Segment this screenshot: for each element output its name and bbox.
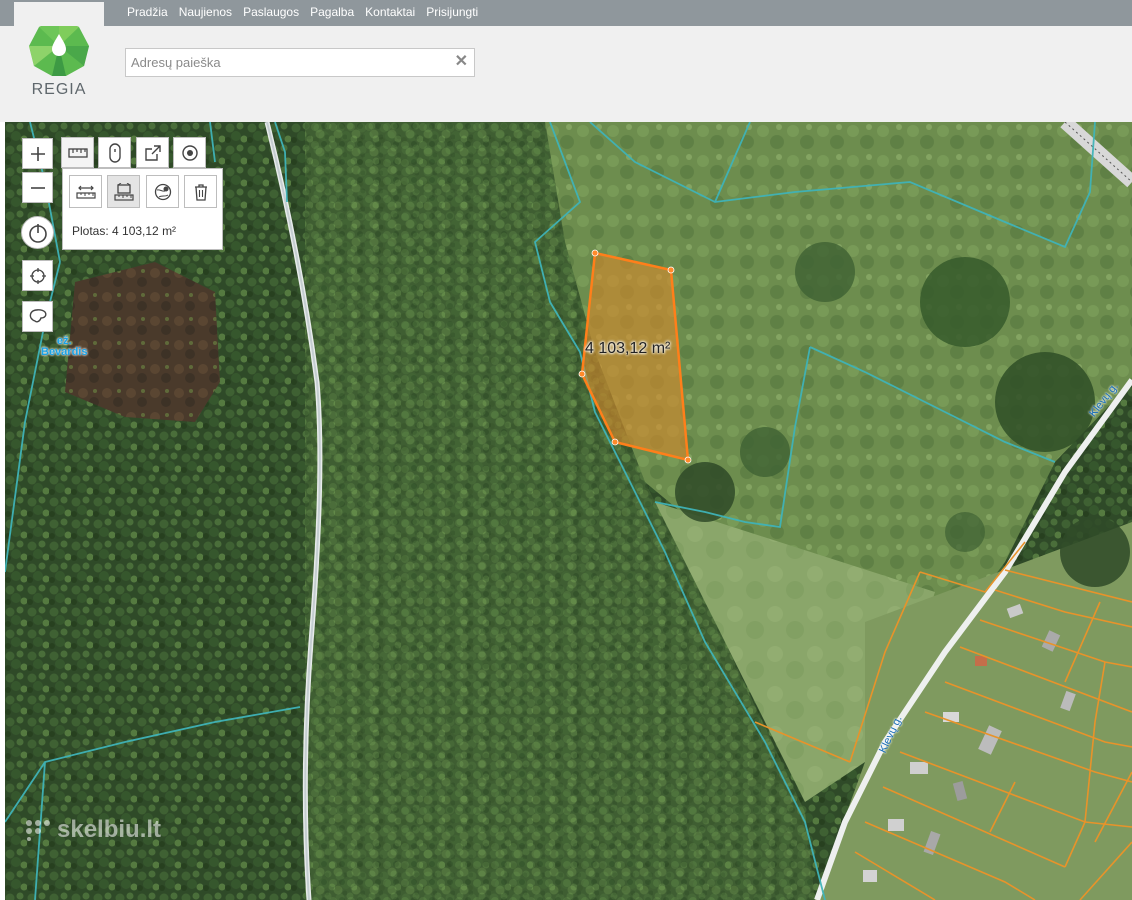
globe-pin-icon: [154, 183, 171, 200]
map-view[interactable]: ež. Bevardis Klevų g. Klevų g. 4 103,12 …: [5, 122, 1132, 900]
power-icon: [28, 223, 47, 243]
address-search-input[interactable]: [126, 49, 449, 76]
lake-label-line2: Bevardis: [41, 346, 88, 358]
measure-result: Plotas: 4 103,12 m²: [72, 224, 177, 238]
ruler-icon: [67, 147, 88, 158]
minus-icon: [30, 186, 45, 189]
target-button[interactable]: [173, 137, 206, 168]
logo-tab: [14, 2, 104, 26]
distance-icon: [75, 185, 96, 199]
measure-area-button[interactable]: [107, 175, 140, 208]
my-location-button[interactable]: [22, 260, 53, 291]
zoom-out-button[interactable]: [22, 172, 53, 203]
lake-label: ež. Bevardis: [41, 336, 87, 358]
measure-distance-button[interactable]: [69, 175, 102, 208]
measure-location-button[interactable]: [146, 175, 179, 208]
nav-link-services[interactable]: Paslaugos: [243, 5, 299, 19]
watermark: skelbiu.lt: [25, 816, 161, 844]
logo-text: REGIA: [31, 81, 87, 98]
regia-logo-icon: [29, 26, 89, 76]
clear-search-icon[interactable]: ✕: [455, 54, 468, 70]
crosshair-icon: [29, 267, 46, 284]
header: REGIA ✕: [0, 26, 1132, 122]
measured-area-label: 4 103,12 m²: [585, 340, 671, 357]
top-navigation-bar: Pradžia Naujienos Paslaugos Pagalba Kont…: [0, 0, 1132, 26]
area-icon: [113, 182, 134, 201]
watermark-text: skelbiu.lt: [57, 816, 162, 843]
regia-logo[interactable]: REGIA: [14, 26, 104, 122]
full-extent-button[interactable]: [21, 216, 54, 249]
nav-link-help[interactable]: Pagalba: [310, 5, 354, 19]
lasso-icon: [29, 308, 46, 322]
info-marker-button[interactable]: [98, 137, 131, 168]
nav-links: Pradžia Naujienos Paslaugos Pagalba Kont…: [127, 5, 478, 19]
pin-icon: [108, 142, 121, 163]
measure-panel: Plotas: 4 103,12 m²: [62, 168, 223, 250]
plus-icon: [30, 146, 45, 161]
skelbiu-logo-icon: [26, 820, 50, 841]
clear-measurement-button[interactable]: [184, 175, 217, 208]
export-button[interactable]: [136, 137, 169, 168]
nav-link-login[interactable]: Prisijungti: [426, 5, 478, 19]
nav-link-home[interactable]: Pradžia: [127, 5, 168, 19]
zoom-in-button[interactable]: [22, 138, 53, 169]
nav-link-contacts[interactable]: Kontaktai: [365, 5, 415, 19]
address-search: ✕: [125, 48, 475, 77]
measure-tool-button[interactable]: [61, 137, 94, 168]
target-icon: [181, 144, 198, 161]
nav-link-news[interactable]: Naujienos: [179, 5, 232, 19]
lasso-select-button[interactable]: [22, 301, 53, 332]
trash-icon: [194, 183, 207, 201]
external-link-icon: [144, 144, 161, 161]
